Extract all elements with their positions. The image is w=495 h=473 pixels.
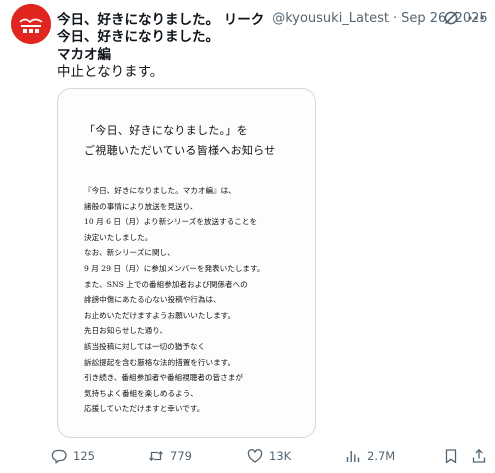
bookmark-button[interactable] (443, 448, 459, 464)
tweet-text-line: マカオ編 (57, 46, 111, 63)
heart-icon (247, 449, 263, 463)
attached-image[interactable]: 「今日、好きになりました。」を ご視聴いただいている皆様へお知らせ 『今日、好き… (57, 88, 316, 438)
notice-title-line: ご視聴いただいている皆様へお知らせ (84, 144, 276, 157)
notice-content: 「今日、好きになりました。」を ご視聴いただいている皆様へお知らせ 『今日、好き… (84, 121, 305, 417)
notice-body-line: また、SNS 上での番組参加者および関係者への (84, 279, 248, 289)
notice-body-line: お止めいただけますようお願いいたします。 (84, 310, 236, 320)
tweet-text-line: 今日、好きになりました。 (57, 29, 219, 45)
avatar-logo-icon (11, 4, 51, 44)
grok-icon[interactable] (443, 10, 459, 26)
avatar[interactable] (11, 4, 51, 44)
views-button[interactable]: 2.7M (345, 448, 395, 464)
action-bar: 125 779 13K 2.7M (51, 446, 487, 466)
bookmark-icon (445, 449, 457, 464)
notice-body-line: 誹謗中傷にあたる心ない投稿や行為は、 (84, 295, 221, 305)
view-count: 2.7M (367, 449, 396, 463)
user-handle[interactable]: @kyousuki_Latest (272, 11, 389, 26)
more-icon[interactable] (467, 10, 485, 26)
notice-body-line: なお、新シリーズに関し、 (84, 248, 175, 258)
notice-body: 『今日、好きになりました。マカオ編』は、 諸般の事情により放送を見送り、 10 … (84, 183, 305, 417)
share-button[interactable] (471, 448, 487, 464)
reply-button[interactable]: 125 (51, 448, 95, 464)
share-icon (472, 448, 486, 463)
views-icon (346, 451, 360, 462)
notice-body-line: 諸般の事情により放送を見送り、 (84, 201, 198, 211)
notice-body-line: 先日お知らせした通り、 (84, 326, 168, 336)
reply-icon (51, 449, 67, 464)
notice-title: 「今日、好きになりました。」を ご視聴いただいている皆様へお知らせ (84, 121, 305, 161)
notice-body-line: 9 月 29 日（月）に参加メンバーを発表いたします。 (84, 263, 265, 273)
tweet-text-line: 中止となります。 (57, 64, 164, 80)
repost-icon (149, 450, 163, 462)
notice-body-line: 訴訟提起を含む厳格な法的措置を行います。 (84, 357, 236, 367)
separator-dot: · (392, 10, 398, 26)
notice-body-line: 『今日、好きになりました。マカオ編』は、 (84, 186, 236, 195)
tweet-text: 今日、好きになりました。 マカオ編 中止となります。 (57, 29, 485, 82)
notice-body-line: 該当投稿に対しては一切の猶予なく (84, 341, 206, 351)
notice-title-line: 「今日、好きになりました。」を (84, 124, 248, 137)
notice-body-line: 気持ちよく番組を楽しめるよう、 (84, 388, 198, 398)
like-count: 13K (269, 449, 292, 463)
repost-count: 779 (170, 449, 192, 463)
display-name[interactable]: 今日、好きになりました。 リーク (57, 8, 264, 28)
tweet-header: 今日、好きになりました。 リーク @kyousuki_Latest · Sep … (57, 8, 488, 29)
notice-body-line: 引き続き、番組参加者や番組視聴者の皆さまが (84, 373, 243, 383)
reply-count: 125 (73, 449, 95, 463)
notice-body-line: 応援していただけますと幸いです。 (84, 404, 205, 414)
repost-button[interactable]: 779 (148, 448, 192, 464)
notice-body-line: 10 月 6 日（月）より新シリーズを放送することを (84, 217, 258, 227)
like-button[interactable]: 13K (247, 448, 291, 464)
notice-body-line: 決定いたしました。 (84, 232, 153, 242)
